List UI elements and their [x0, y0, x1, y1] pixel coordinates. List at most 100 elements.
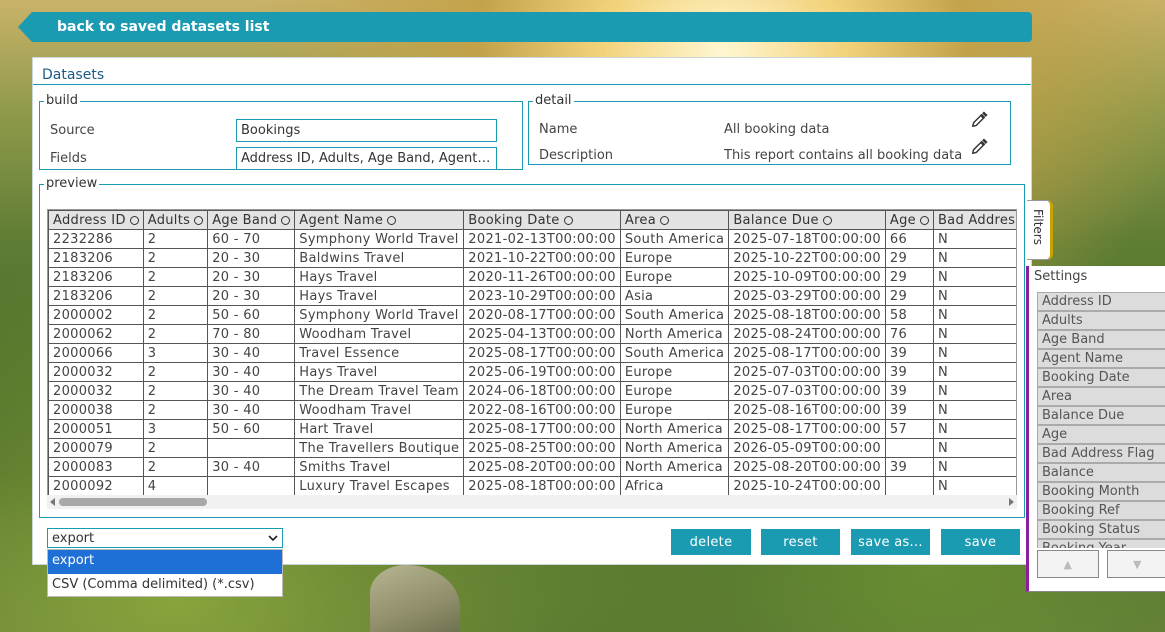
table-cell: Hart Travel — [294, 419, 465, 439]
table-cell: 2000083 — [48, 457, 144, 477]
table-cell: 4 — [142, 476, 209, 496]
scrollbar-thumb[interactable] — [59, 498, 207, 506]
export-select[interactable]: export — [47, 528, 283, 548]
sort-circle-icon[interactable] — [822, 215, 832, 225]
settings-list-item[interactable]: Age — [1037, 425, 1165, 444]
sort-circle-icon[interactable] — [194, 215, 204, 225]
column-header[interactable]: Address ID — [48, 210, 144, 230]
table-row: 2232286 2 60 - 70 Symphony World Travel 2021… — [48, 229, 1016, 249]
save-as-button[interactable]: save as... — [851, 529, 930, 555]
column-header[interactable]: Age Band — [207, 210, 296, 230]
export-option-export[interactable]: export — [48, 550, 282, 574]
horizontal-scrollbar[interactable] — [47, 495, 1017, 509]
save-button[interactable]: save — [941, 529, 1020, 555]
column-header[interactable]: Area — [619, 210, 730, 230]
edit-description-pencil-icon[interactable] — [970, 138, 988, 156]
table-cell: 58 — [884, 305, 934, 325]
settings-list-item[interactable]: Address ID — [1037, 292, 1165, 311]
column-header-label: Booking Date — [468, 212, 560, 228]
scroll-left-icon[interactable] — [50, 498, 55, 506]
table-cell: 2183206 — [48, 248, 144, 268]
column-header[interactable]: Bad Address Flag — [932, 210, 1016, 230]
table-cell: Symphony World Travel — [294, 229, 465, 249]
table-cell: Europe — [619, 400, 730, 420]
table-cell: 2000092 — [48, 476, 144, 496]
table-cell: 30 - 40 — [207, 457, 296, 477]
table-cell: 29 — [884, 286, 934, 306]
settings-list-item[interactable]: Bad Address Flag — [1037, 444, 1165, 463]
table-cell: 2 — [142, 229, 209, 249]
table-cell: N — [932, 419, 1016, 439]
table-cell: 76 — [884, 324, 934, 344]
table-row: 2183206 2 20 - 30 Baldwins Travel 2021-10-22… — [48, 248, 1016, 268]
table-cell: The Travellers Boutique — [294, 438, 465, 458]
source-field[interactable]: Bookings — [236, 119, 497, 142]
settings-list-item[interactable]: Booking Year — [1037, 539, 1165, 548]
name-value: All booking data — [724, 122, 830, 137]
table-cell: 2000032 — [48, 381, 144, 401]
table-cell: 2025-04-13T00:00:00 — [463, 324, 621, 344]
settings-arrows: ▲ ▼ — [1037, 550, 1165, 578]
table-cell: Baldwins Travel — [294, 248, 465, 268]
table-cell: 50 - 60 — [207, 305, 296, 325]
export-selected-value: export — [52, 530, 95, 546]
chevron-down-icon — [268, 535, 278, 542]
table-row: 2183206 2 20 - 30 Hays Travel 2020-11-26T00:… — [48, 267, 1016, 287]
settings-list-item[interactable]: Booking Status — [1037, 520, 1165, 539]
settings-list-item[interactable]: Age Band — [1037, 330, 1165, 349]
table-cell: North America — [619, 438, 730, 458]
table-cell: Luxury Travel Escapes — [294, 476, 465, 496]
sort-circle-icon[interactable] — [129, 215, 139, 225]
settings-list-item[interactable]: Adults — [1037, 311, 1165, 330]
table-cell: Hays Travel — [294, 362, 465, 382]
table-cell: 2025-08-25T00:00:00 — [463, 438, 621, 458]
table-row: 2000002 2 50 - 60 Symphony World Travel 2020… — [48, 305, 1016, 325]
table-cell: N — [932, 381, 1016, 401]
column-header-label: Age — [889, 212, 916, 228]
sort-circle-icon[interactable] — [919, 215, 929, 225]
table-cell: N — [932, 400, 1016, 420]
settings-list-item[interactable]: Booking Date — [1037, 368, 1165, 387]
column-header[interactable]: Age — [884, 210, 934, 230]
source-label: Source — [50, 123, 95, 138]
sort-circle-icon[interactable] — [281, 215, 291, 225]
column-header[interactable]: Balance Due — [728, 210, 886, 230]
table-cell — [884, 476, 934, 496]
table-cell: 2000079 — [48, 438, 144, 458]
export-option-csv[interactable]: CSV (Comma delimited) (*.csv) — [48, 574, 282, 598]
column-header[interactable]: Agent Name — [294, 210, 465, 230]
back-to-datasets-button[interactable]: back to saved datasets list — [18, 12, 1032, 42]
settings-list-item[interactable]: Balance Due — [1037, 406, 1165, 425]
move-down-button[interactable]: ▼ — [1106, 550, 1165, 578]
reset-button[interactable]: reset — [761, 529, 840, 555]
table-cell: 2025-08-16T00:00:00 — [728, 400, 886, 420]
sort-circle-icon[interactable] — [563, 215, 573, 225]
table-cell: 2024-06-18T00:00:00 — [463, 381, 621, 401]
table-cell: 39 — [884, 381, 934, 401]
settings-list-item[interactable]: Booking Month — [1037, 482, 1165, 501]
move-up-button[interactable]: ▲ — [1037, 550, 1099, 578]
scroll-right-icon[interactable] — [1009, 498, 1014, 506]
table-cell: 2023-10-29T00:00:00 — [463, 286, 621, 306]
settings-list-item[interactable]: Balance — [1037, 463, 1165, 482]
sort-circle-icon[interactable] — [660, 215, 669, 225]
settings-list-item[interactable]: Area — [1037, 387, 1165, 406]
table-cell: 2000032 — [48, 362, 144, 382]
settings-list-item[interactable]: Agent Name — [1037, 349, 1165, 368]
fields-field[interactable]: Address ID, Adults, Age Band, Agent Name… — [236, 147, 497, 170]
settings-list-item[interactable]: Booking Ref — [1037, 501, 1165, 520]
delete-button[interactable]: delete — [671, 529, 751, 555]
filters-tab[interactable]: Filters — [1027, 200, 1053, 260]
column-header[interactable]: Booking Date — [463, 210, 621, 230]
table-cell: 2025-08-17T00:00:00 — [728, 419, 886, 439]
table-cell: N — [932, 324, 1016, 344]
table-cell: 2021-10-22T00:00:00 — [463, 248, 621, 268]
table-cell: N — [932, 343, 1016, 363]
arrow-up-icon: ▲ — [1063, 557, 1072, 571]
table-cell: 2021-02-13T00:00:00 — [463, 229, 621, 249]
table-cell: 2 — [142, 267, 209, 287]
edit-name-pencil-icon[interactable] — [970, 111, 988, 129]
column-header[interactable]: Adults — [142, 210, 209, 230]
table-cell: South America — [619, 305, 730, 325]
sort-circle-icon[interactable] — [387, 215, 397, 225]
